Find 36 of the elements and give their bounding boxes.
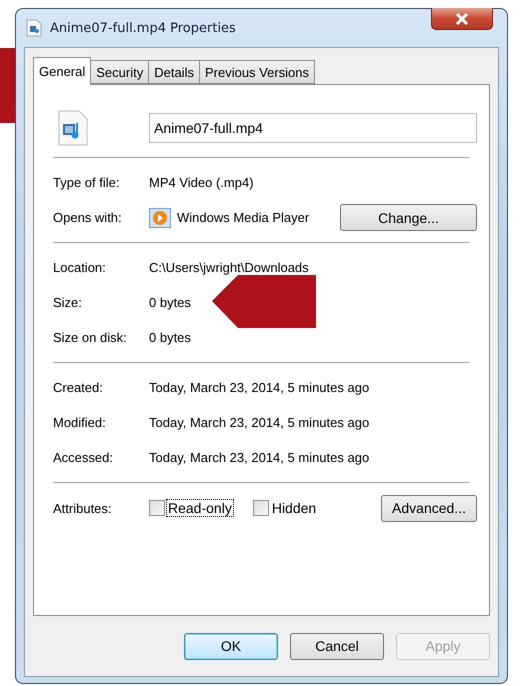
field-value: Windows Media Player bbox=[177, 210, 310, 225]
checkbox[interactable] bbox=[252, 500, 269, 516]
play-icon bbox=[149, 208, 171, 228]
field-value: 0 bytes bbox=[149, 295, 191, 310]
field-label: Created: bbox=[53, 380, 104, 395]
tab[interactable]: General bbox=[33, 57, 92, 85]
field-value: 0 bytes bbox=[149, 330, 191, 345]
field-value: Today, March 23, 2014, 5 minutes ago bbox=[149, 380, 370, 395]
video-file-icon bbox=[57, 109, 89, 147]
field-label: Size: bbox=[53, 295, 83, 310]
field-value: Today, March 23, 2014, 5 minutes ago bbox=[149, 450, 370, 465]
close-button[interactable] bbox=[431, 8, 493, 30]
file-name-field[interactable]: Anime07-full.mp4 bbox=[149, 113, 477, 143]
tab[interactable]: Details bbox=[148, 60, 200, 84]
field-label: Location: bbox=[53, 260, 107, 275]
field-label: Attributes: bbox=[53, 500, 113, 516]
field-label: Modified: bbox=[53, 415, 107, 430]
field-value: MP4 Video (.mp4) bbox=[149, 175, 254, 190]
checkbox-label[interactable]: Read-only bbox=[167, 500, 233, 516]
field-value: Today, March 23, 2014, 5 minutes ago bbox=[149, 415, 370, 430]
checkbox-label[interactable]: Hidden bbox=[270, 500, 318, 516]
tab[interactable]: Previous Versions bbox=[198, 60, 316, 84]
video-file-icon bbox=[26, 19, 42, 37]
field-value: C:\Users\jwright\Downloads bbox=[149, 260, 309, 275]
close-icon bbox=[455, 12, 469, 24]
dialog-button[interactable]: Cancel bbox=[290, 632, 384, 660]
window-title: Anime07-full.mp4 Properties bbox=[50, 20, 236, 36]
field-label: Size on disk: bbox=[53, 330, 128, 345]
checkbox[interactable] bbox=[149, 500, 165, 516]
tab[interactable]: Security bbox=[90, 60, 150, 84]
field-label: Accessed: bbox=[53, 450, 114, 465]
change-button[interactable]: Change... bbox=[340, 204, 477, 231]
dialog-button[interactable]: OK bbox=[184, 632, 278, 660]
advanced-button[interactable]: Advanced... bbox=[381, 494, 477, 522]
field-label: Type of file: bbox=[53, 175, 120, 190]
field-label: Opens with: bbox=[53, 210, 123, 225]
